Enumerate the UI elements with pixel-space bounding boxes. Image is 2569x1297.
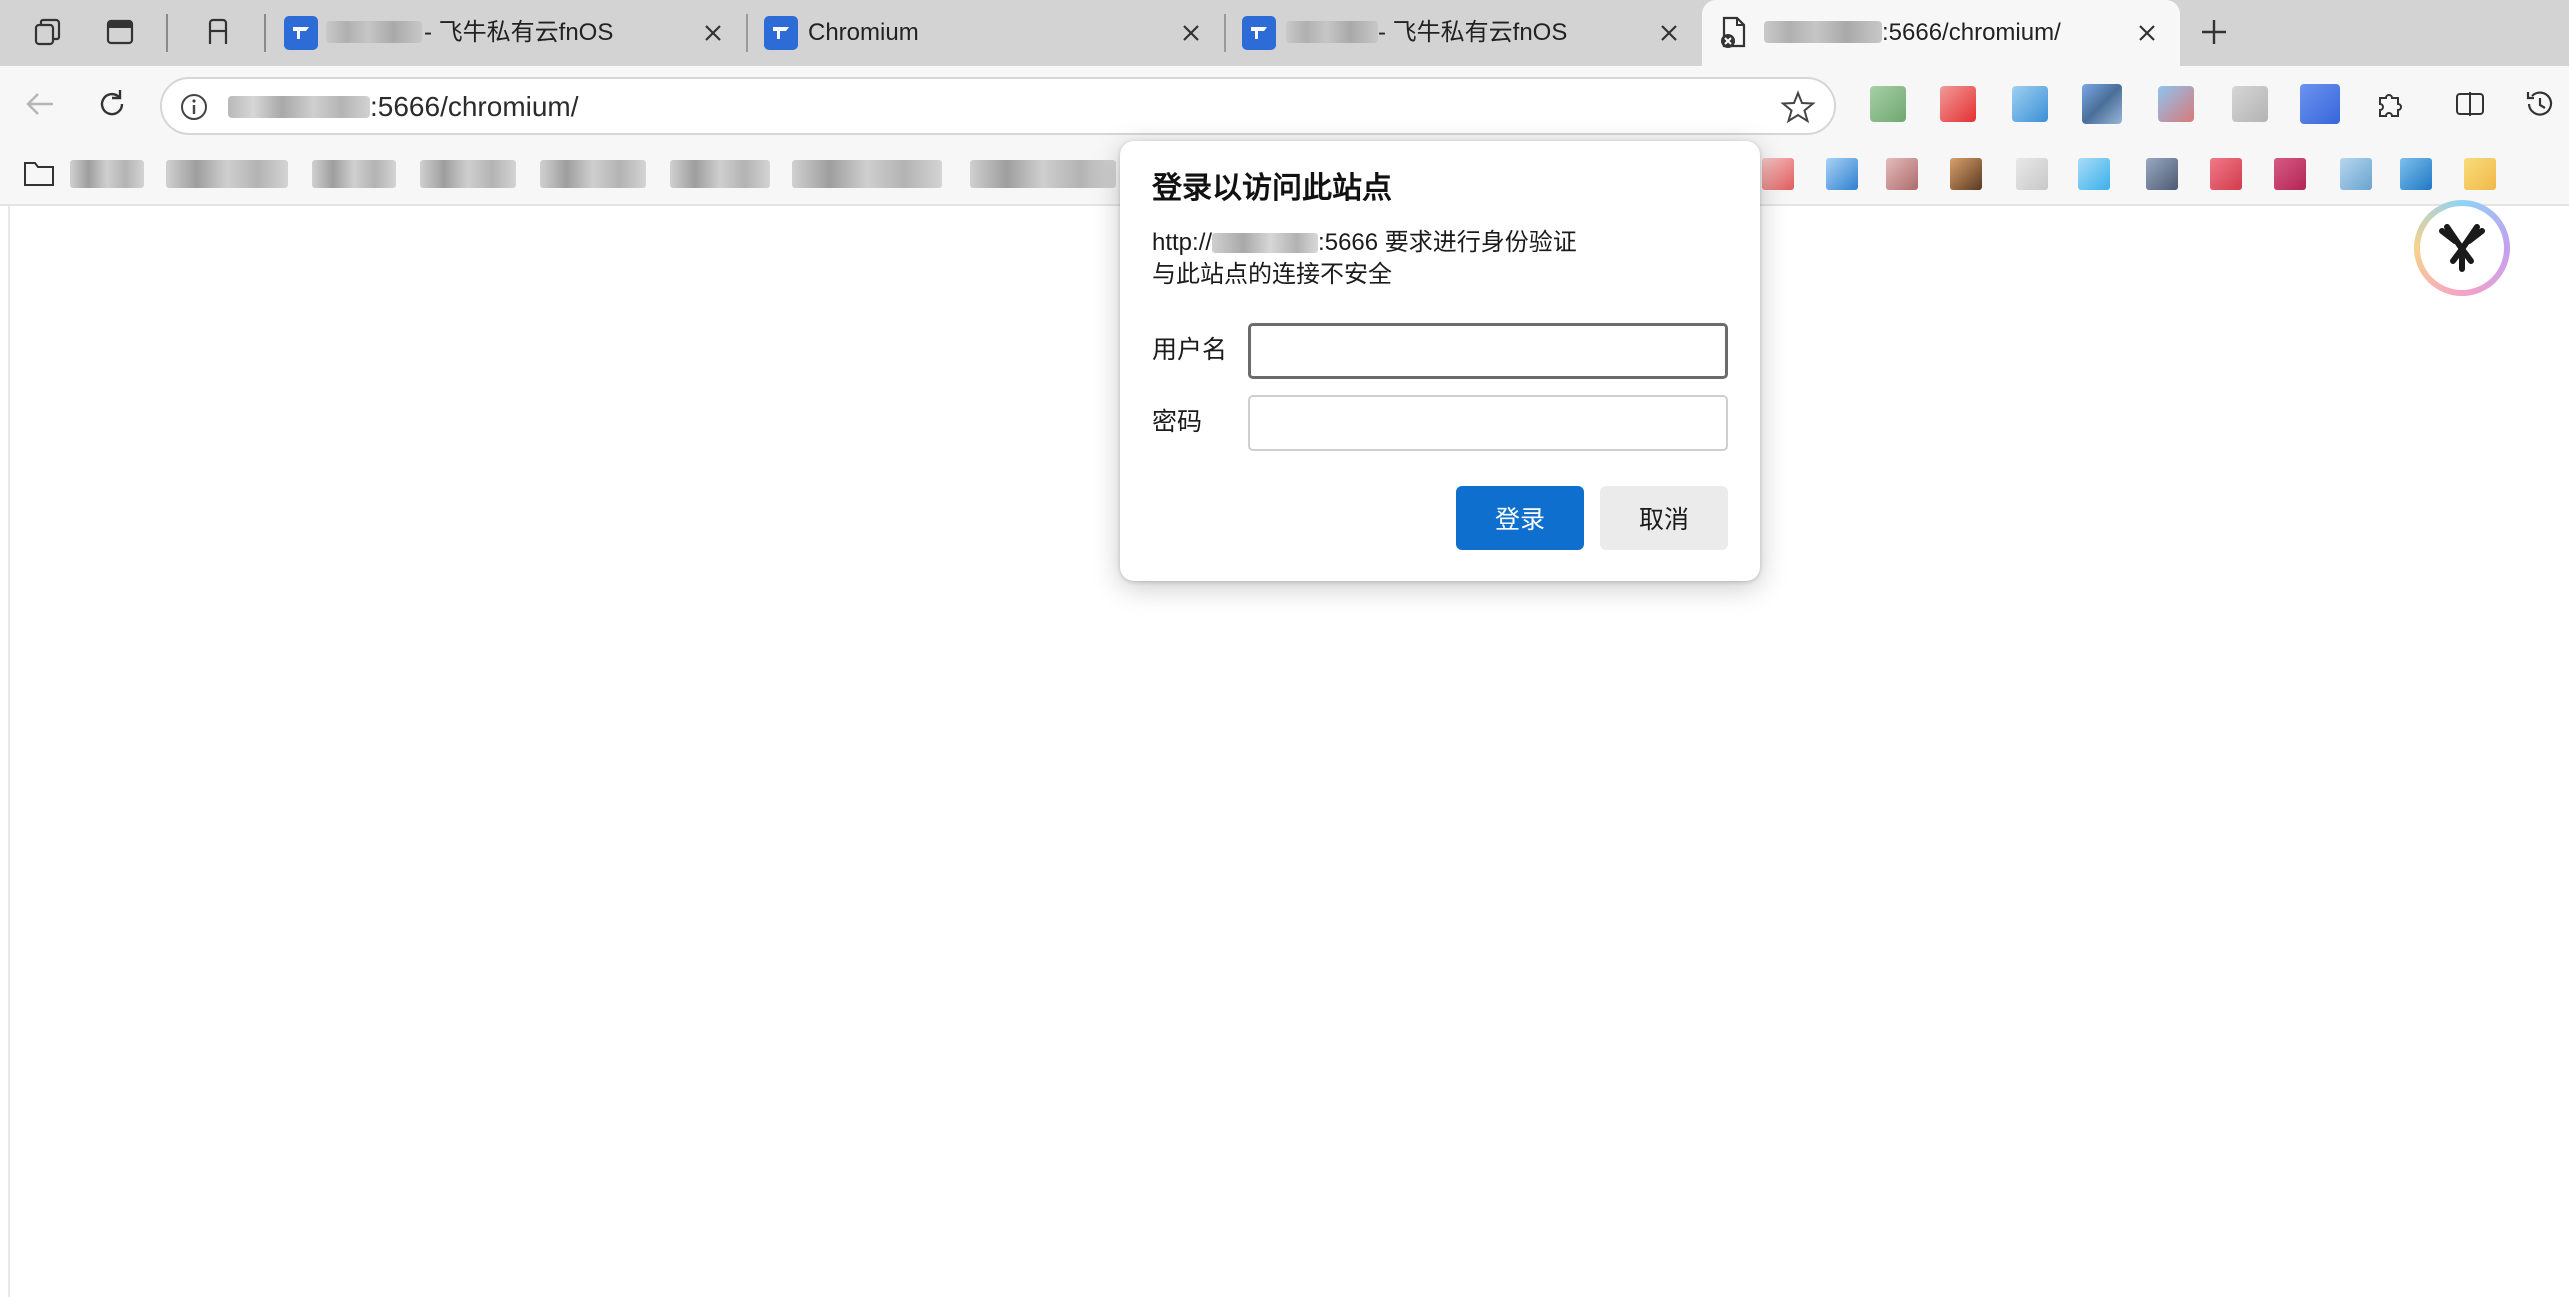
tab-fnos-1[interactable]: - 飞牛私有云fnOS [268,0,748,66]
copilot-sidebar-icon[interactable] [2414,200,2510,296]
close-icon[interactable] [694,14,732,52]
tab-fnos-2[interactable]: - 飞牛私有云fnOS [1226,0,1700,66]
insecure-connection-warning: 与此站点的连接不安全 [1152,261,1392,288]
new-tab-icon[interactable] [2192,10,2236,54]
bookmark-item-redacted[interactable] [670,160,770,188]
extension-icon[interactable] [1870,86,1906,122]
bookmark-item-redacted[interactable] [792,160,942,188]
dialog-title: 登录以访问此站点 [1152,172,1392,205]
extensions-puzzle-icon[interactable] [2366,80,2414,128]
bookmark-item-redacted[interactable] [420,160,516,188]
strip-divider [264,14,266,52]
bookmark-icon[interactable] [2146,158,2178,190]
folder-icon[interactable] [22,158,56,190]
back-icon[interactable] [16,80,64,128]
bookmark-icon[interactable] [2340,158,2372,190]
page-error-icon [1716,14,1752,50]
bookmark-icon[interactable] [2274,158,2306,190]
bookmark-item-redacted[interactable] [166,160,288,188]
auth-request-text: :5666 要求进行身份验证 [1318,229,1577,256]
close-icon[interactable] [2128,14,2166,52]
copilot-sidebar-icon-inner [2420,206,2504,290]
bookmark-item-redacted[interactable] [540,160,646,188]
auth-url-prefix: http:// [1152,229,1213,256]
extension-icon[interactable] [2300,84,2340,124]
extension-icon[interactable] [1940,86,1976,122]
strip-divider [166,14,168,52]
bookmark-icon[interactable] [1762,158,1794,190]
bookmark-icon[interactable] [1886,158,1918,190]
tab-title: - 飞牛私有云fnOS [1378,19,1568,46]
bookmark-icon[interactable] [2400,158,2432,190]
vertical-tabs-icon[interactable] [98,10,142,54]
password-field[interactable] [1248,395,1728,451]
tab-title: :5666/chromium/ [1882,19,2061,46]
address-bar[interactable]: :5666/chromium/ [160,77,1836,135]
extension-icon[interactable] [2082,84,2122,124]
close-icon[interactable] [1172,14,1210,52]
fnos-icon [764,16,798,50]
site-info-icon[interactable] [178,91,210,123]
history-icon[interactable] [2516,80,2564,128]
reading-list-icon[interactable] [196,10,240,54]
url-host-redacted [228,96,370,118]
toolbar: :5666/chromium/ [0,66,2569,142]
login-button[interactable]: 登录 [1456,486,1584,550]
extension-icon[interactable] [2158,86,2194,122]
bookmark-item-redacted[interactable] [970,160,1116,188]
tab-title: Chromium [808,19,919,46]
bookmark-item-redacted[interactable] [70,160,144,188]
username-field[interactable] [1248,323,1728,379]
cancel-button[interactable]: 取消 [1600,486,1728,550]
bookmark-icon[interactable] [2464,158,2496,190]
fnos-icon [284,16,318,50]
username-label: 用户名 [1152,336,1228,364]
extension-icon[interactable] [2232,86,2268,122]
tab-title-redacted [1286,21,1378,43]
host-redacted [1212,233,1319,253]
tab-chromium[interactable]: Chromium [748,0,1226,66]
tab-strip: - 飞牛私有云fnOS Chromium - 飞牛私有云fnOS :5666/c… [0,0,2569,66]
tab-active-chromium-page[interactable]: :5666/chromium/ [1702,0,2180,66]
http-auth-dialog: 登录以访问此站点 http:// :5666 要求进行身份验证 与此站点的连接不安… [1120,141,1760,581]
url-text: :5666/chromium/ [370,91,579,122]
bookmark-icon[interactable] [1950,158,1982,190]
extension-icon[interactable] [2012,86,2048,122]
reload-icon[interactable] [88,80,136,128]
tab-title-redacted [1764,21,1882,43]
auth-request-line: http:// :5666 要求进行身份验证 [1152,227,1577,259]
fnos-icon [1242,16,1276,50]
bookmark-icon[interactable] [2210,158,2242,190]
bookmark-icon[interactable] [2016,158,2048,190]
bookmark-icon[interactable] [1826,158,1858,190]
split-screen-icon[interactable] [2446,80,2494,128]
tab-title-redacted [326,21,422,43]
bookmark-icon[interactable] [2078,158,2110,190]
workspaces-icon[interactable] [26,10,70,54]
close-icon[interactable] [1650,14,1688,52]
bookmark-item-redacted[interactable] [312,160,396,188]
password-label: 密码 [1152,408,1203,436]
favorite-star-icon[interactable] [1780,89,1816,125]
tab-title: - 飞牛私有云fnOS [424,19,614,46]
